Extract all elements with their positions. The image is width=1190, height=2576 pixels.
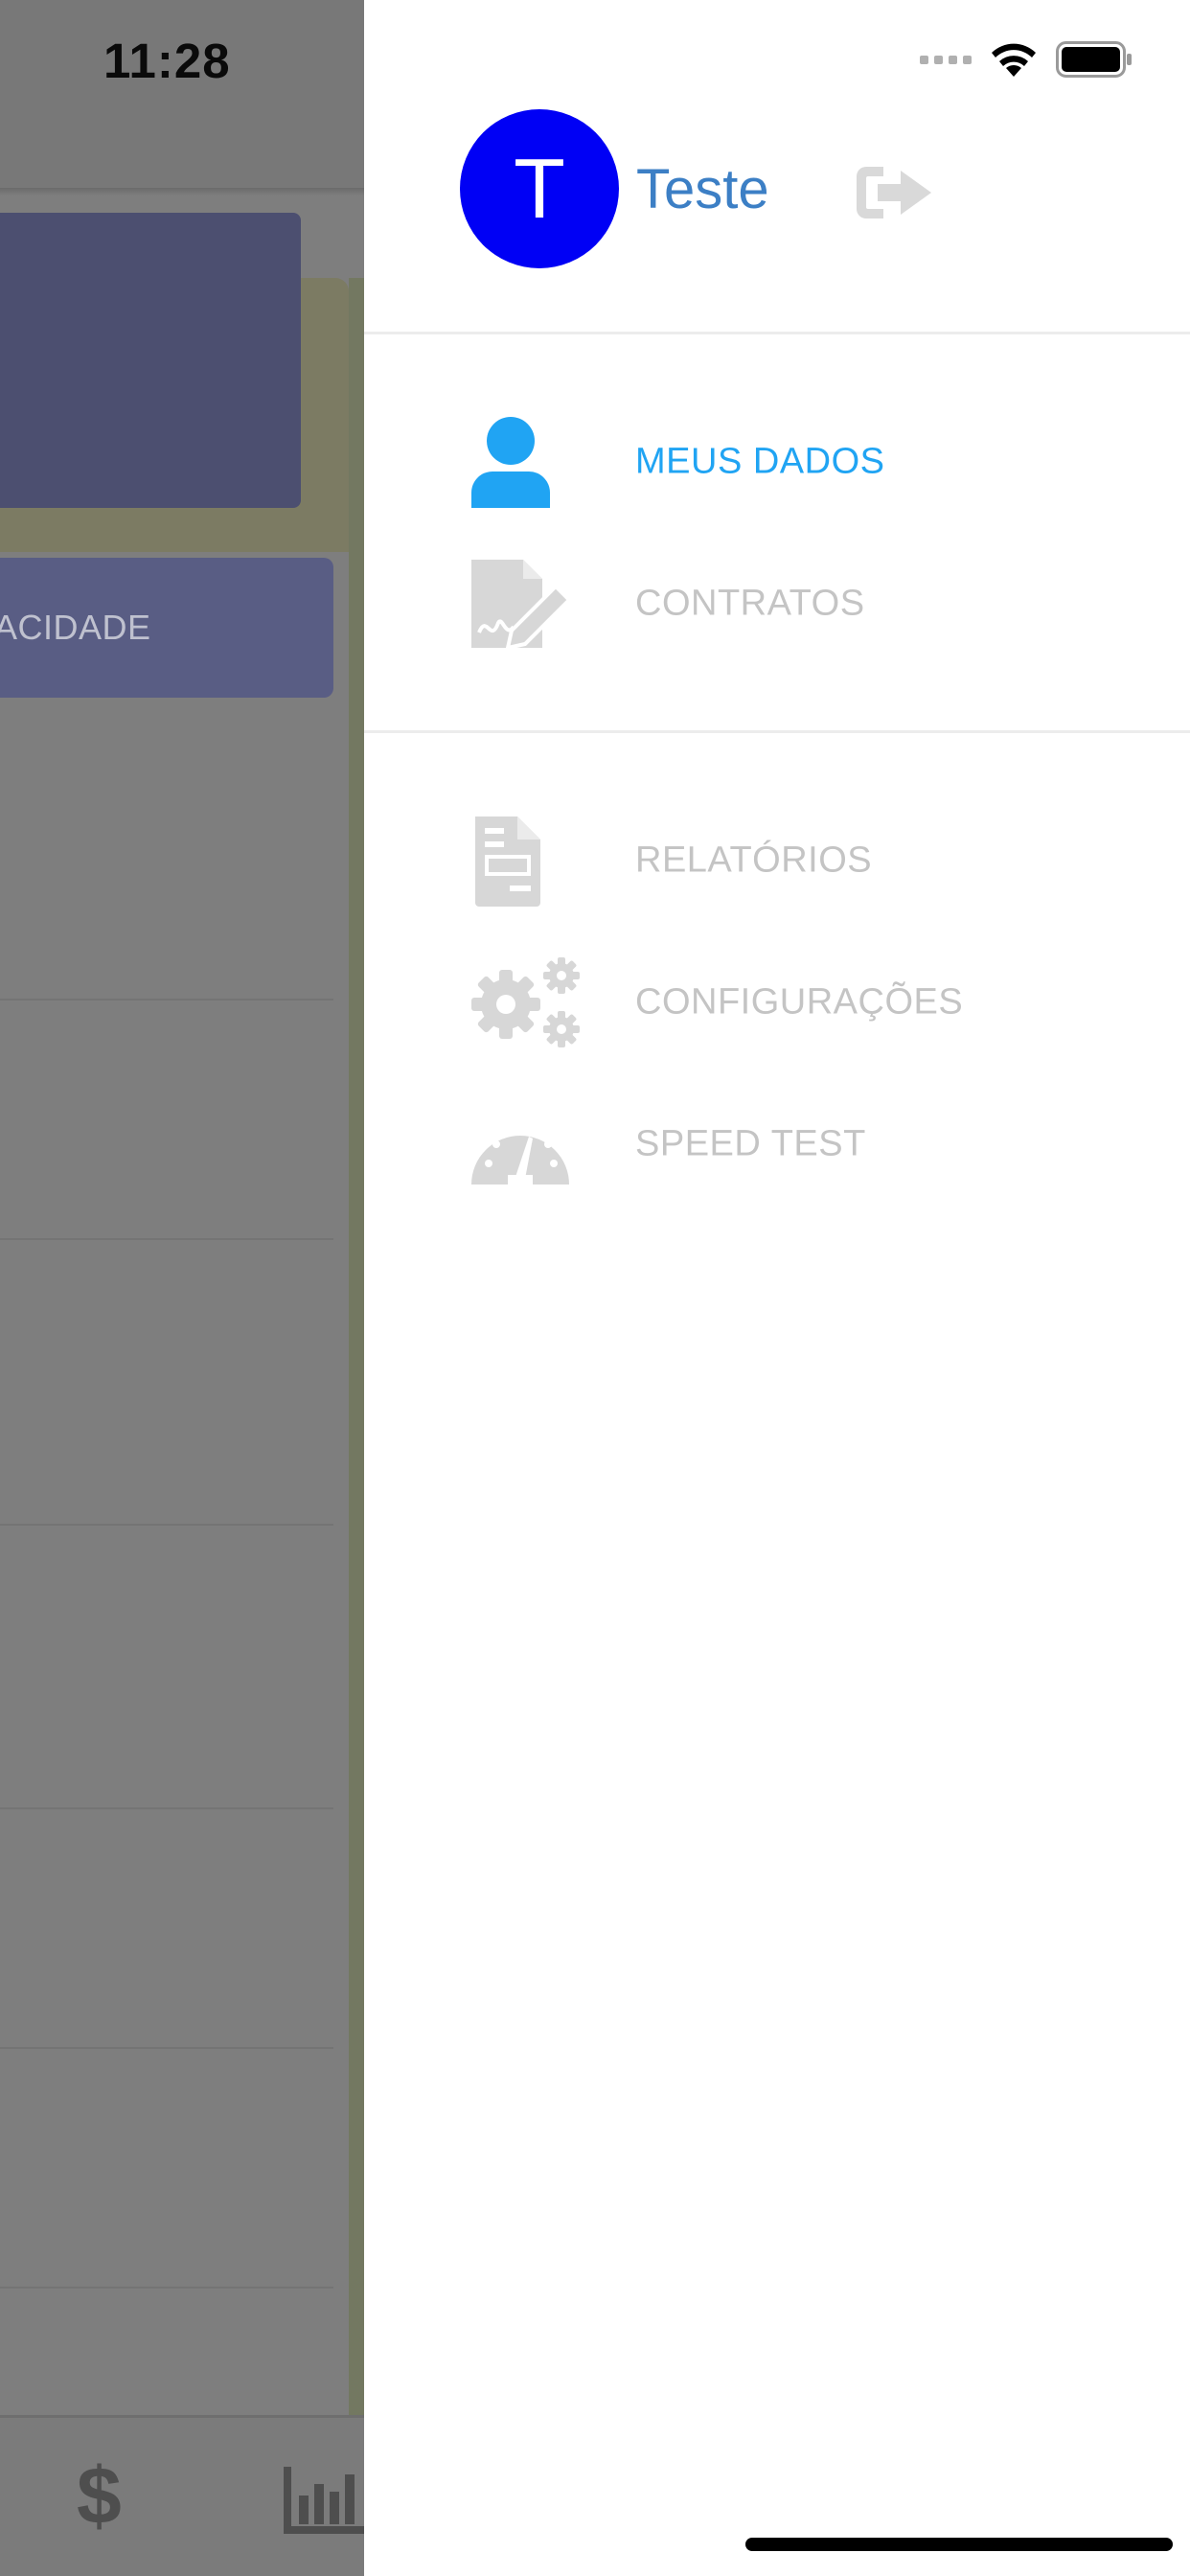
- user-name: Teste: [636, 157, 769, 220]
- menu-item-label: CONTRATOS: [635, 583, 865, 624]
- background-list-divider: [0, 1807, 333, 1809]
- speedometer-icon: [469, 1087, 584, 1202]
- battery-icon: [1056, 41, 1132, 78]
- contract-sign-icon: [469, 546, 584, 661]
- drawer-divider: [364, 332, 1190, 334]
- bar-chart-icon: [284, 2467, 364, 2534]
- background-header-shadow: [0, 188, 364, 196]
- background-list-divider: [0, 2287, 333, 2288]
- background-list-divider: [0, 2047, 333, 2049]
- wifi-icon: [992, 43, 1036, 77]
- background-header: [0, 0, 364, 190]
- navigation-drawer: T Teste MEUS DADOS CONTRATOS RELATÓRIOS …: [364, 0, 1190, 2576]
- background-privacy-button-label: ACIDADE: [0, 608, 151, 647]
- logout-icon[interactable]: [855, 163, 935, 222]
- background-list-divider: [0, 1238, 333, 1240]
- status-time: 11:28: [103, 34, 231, 88]
- user-profile[interactable]: T Teste: [460, 109, 769, 268]
- report-icon: [469, 803, 584, 918]
- background-privacy-button: ACIDADE: [0, 558, 333, 698]
- menu-item-label: SPEED TEST: [635, 1123, 866, 1164]
- cellular-signal-icon: [920, 55, 972, 64]
- menu-item-meus-dados[interactable]: MEUS DADOS: [364, 404, 1190, 519]
- background-list-divider: [0, 999, 333, 1000]
- menu-item-contratos[interactable]: CONTRATOS: [364, 546, 1190, 661]
- gears-icon: [469, 945, 584, 1060]
- background-banner-card: [0, 213, 301, 508]
- menu-item-label: RELATÓRIOS: [635, 840, 873, 881]
- menu-item-label: CONFIGURAÇÕES: [635, 981, 964, 1023]
- menu-item-relatorios[interactable]: RELATÓRIOS: [364, 803, 1190, 918]
- drawer-divider: [364, 730, 1190, 733]
- background-list-divider: [0, 1524, 333, 1526]
- menu-item-label: MEUS DADOS: [635, 441, 885, 482]
- user-icon: [469, 404, 584, 519]
- menu-item-speed-test[interactable]: SPEED TEST: [364, 1087, 1190, 1202]
- avatar[interactable]: T: [460, 109, 619, 268]
- menu-item-configuracoes[interactable]: CONFIGURAÇÕES: [364, 945, 1190, 1060]
- home-indicator[interactable]: [745, 2538, 1173, 2551]
- dollar-icon: $: [77, 2450, 122, 2541]
- status-icons: [920, 40, 1133, 79]
- background-side-strip: [349, 278, 364, 2417]
- background-app-overlay[interactable]: ACIDADE $ 11:28: [0, 0, 364, 2576]
